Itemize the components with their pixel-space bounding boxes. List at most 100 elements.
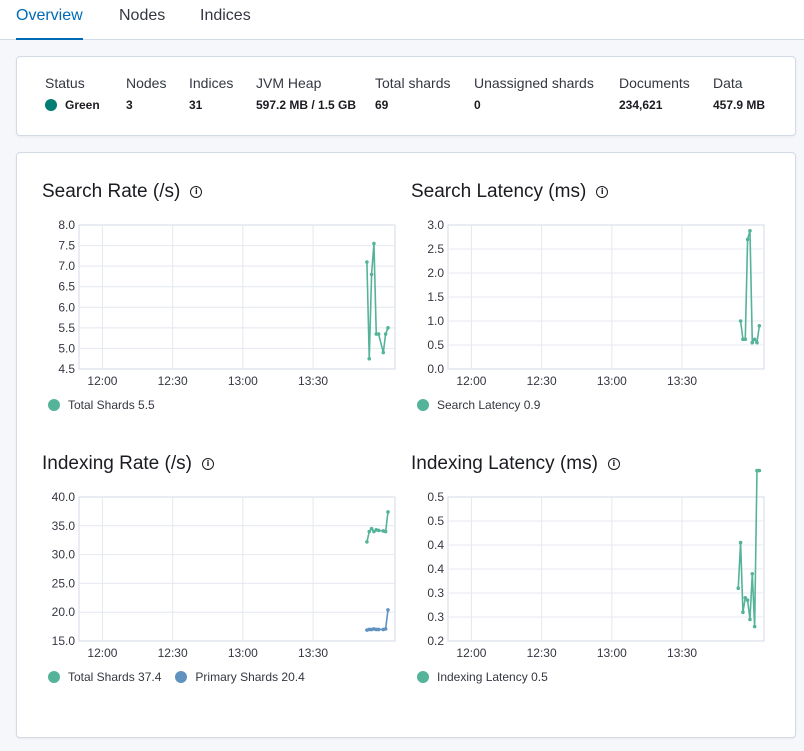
stat-jvm-heap: JVM Heap 597.2 MB / 1.5 GB bbox=[256, 75, 356, 112]
y-tick-label: 0.3 bbox=[427, 610, 444, 624]
data-point[interactable] bbox=[383, 627, 388, 631]
y-tick-label: 4.5 bbox=[58, 362, 75, 376]
legend-item[interactable]: Primary Shards 20.4 bbox=[175, 670, 305, 684]
data-point[interactable] bbox=[367, 356, 372, 361]
tab-overview[interactable]: Overview bbox=[16, 0, 83, 40]
stat-status: Status Green bbox=[45, 75, 100, 112]
x-tick-label: 12:00 bbox=[87, 374, 117, 388]
data-point[interactable] bbox=[376, 332, 381, 336]
stat-data: Data 457.9 MB bbox=[713, 75, 765, 112]
data-point[interactable] bbox=[376, 627, 381, 632]
data-point[interactable] bbox=[386, 510, 390, 514]
data-point[interactable] bbox=[752, 624, 757, 629]
tab-indices[interactable]: Indices bbox=[200, 0, 251, 38]
data-point[interactable] bbox=[386, 608, 390, 612]
y-tick-label: 40.0 bbox=[52, 490, 76, 504]
data-point[interactable] bbox=[738, 319, 743, 323]
cluster-summary-panel: Status Green Nodes 3 Indices 31 JVM Heap… bbox=[16, 56, 796, 136]
legend-item[interactable]: Total Shards 5.5 bbox=[48, 398, 155, 412]
chart-plot: 0.2 0.3 0.3 0.4 0.4 0.5 0.5 12:00 12:30 13:00 13:3… bbox=[427, 468, 765, 660]
y-tick-label: 7.5 bbox=[58, 239, 75, 253]
status-dot-icon bbox=[45, 99, 57, 111]
y-tick-label: 2.5 bbox=[427, 242, 444, 256]
y-tick-label: 0.4 bbox=[427, 562, 444, 576]
y-tick-label: 20.0 bbox=[52, 605, 76, 619]
chart-legend: Total Shards 37.4 Primary Shards 20.4 bbox=[48, 670, 319, 684]
stat-status-label: Status bbox=[45, 75, 85, 91]
legend-item[interactable]: Total Shards 37.4 bbox=[48, 670, 161, 684]
data-point[interactable] bbox=[748, 617, 752, 622]
data-point[interactable] bbox=[738, 540, 743, 545]
legend-label: Primary Shards 20.4 bbox=[195, 670, 305, 684]
data-point[interactable] bbox=[369, 526, 374, 531]
data-point[interactable] bbox=[372, 241, 376, 246]
series-line[interactable] bbox=[739, 230, 761, 346]
x-tick-label: 12:30 bbox=[158, 646, 188, 660]
data-point[interactable] bbox=[757, 468, 762, 473]
x-tick-label: 13:30 bbox=[298, 646, 328, 660]
data-point[interactable] bbox=[745, 237, 750, 242]
stat-nodes: Nodes 3 bbox=[126, 75, 166, 112]
legend-swatch-icon bbox=[175, 671, 188, 683]
search-rate-chart: Search Rate (/s) i 4.5 5.0 5.5 6.0 6.5 7.0 7.5 8… bbox=[42, 181, 396, 421]
y-tick-label: 8.0 bbox=[58, 218, 75, 232]
data-point[interactable] bbox=[757, 324, 762, 328]
y-tick-label: 0.5 bbox=[427, 514, 444, 528]
stat-jvm-heap-label: JVM Heap bbox=[256, 75, 322, 91]
data-point[interactable] bbox=[748, 228, 752, 233]
data-point[interactable] bbox=[745, 598, 750, 602]
y-tick-label: 5.0 bbox=[58, 341, 75, 355]
y-tick-label: 3.0 bbox=[427, 218, 444, 232]
y-tick-label: 1.5 bbox=[427, 290, 444, 304]
legend-item[interactable]: Search Latency 0.9 bbox=[417, 398, 540, 412]
chart-plot: 0.0 0.5 1.0 1.5 2.0 2.5 3.0 12:00 12:30 13:00 13:3… bbox=[427, 218, 765, 388]
status-value: Green bbox=[65, 98, 100, 112]
legend-item[interactable]: Indexing Latency 0.5 bbox=[417, 670, 548, 684]
data-point[interactable] bbox=[741, 610, 745, 614]
data-point[interactable] bbox=[752, 337, 757, 342]
y-tick-label: 35.0 bbox=[52, 519, 76, 533]
x-tick-label: 13:00 bbox=[228, 374, 258, 388]
y-tick-label: 0.0 bbox=[427, 362, 444, 376]
data-point[interactable] bbox=[750, 340, 755, 345]
y-tick-label: 1.0 bbox=[427, 314, 444, 328]
charts-panel: Search Rate (/s) i 4.5 5.0 5.5 6.0 6.5 7.0 7.5 8… bbox=[16, 152, 796, 738]
data-point[interactable] bbox=[736, 586, 741, 590]
chart-plot: 15.0 20.0 25.0 30.0 35.0 40.0 12:00 12:30 13:00 1… bbox=[52, 490, 396, 660]
series-line[interactable] bbox=[366, 243, 389, 359]
legend-swatch-icon bbox=[48, 399, 60, 411]
x-tick-label: 12:30 bbox=[527, 646, 557, 660]
data-point[interactable] bbox=[376, 528, 381, 533]
x-tick-label: 12:30 bbox=[527, 374, 557, 388]
data-point[interactable] bbox=[367, 529, 372, 534]
stat-indices-label: Indices bbox=[189, 75, 234, 91]
chart-legend: Total Shards 5.5 bbox=[48, 398, 169, 412]
data-point[interactable] bbox=[755, 340, 759, 345]
series-line[interactable] bbox=[737, 469, 760, 627]
data-point[interactable] bbox=[383, 332, 388, 336]
y-tick-label: 5.5 bbox=[58, 321, 75, 335]
x-tick-label: 12:00 bbox=[456, 646, 486, 660]
tab-nodes[interactable]: Nodes bbox=[119, 0, 165, 38]
data-point[interactable] bbox=[381, 350, 386, 355]
x-tick-label: 13:30 bbox=[667, 374, 697, 388]
chart-legend: Indexing Latency 0.5 bbox=[417, 670, 562, 684]
data-point[interactable] bbox=[750, 572, 755, 576]
data-point[interactable] bbox=[369, 272, 374, 277]
legend-label: Total Shards 5.5 bbox=[68, 398, 155, 412]
x-tick-label: 13:30 bbox=[298, 374, 328, 388]
data-point[interactable] bbox=[383, 529, 388, 534]
data-point[interactable] bbox=[365, 260, 369, 264]
series-line[interactable] bbox=[366, 511, 389, 543]
stat-data-value: 457.9 MB bbox=[713, 98, 766, 112]
data-point[interactable] bbox=[743, 337, 748, 342]
stat-indices-value: 31 bbox=[189, 98, 203, 112]
series-line[interactable] bbox=[366, 609, 389, 631]
x-tick-label: 13:00 bbox=[228, 646, 258, 660]
data-point[interactable] bbox=[365, 540, 369, 544]
stat-documents-value: 234,621 bbox=[619, 98, 663, 112]
y-tick-label: 0.4 bbox=[427, 538, 444, 552]
legend-swatch-icon bbox=[48, 671, 60, 683]
data-point[interactable] bbox=[386, 326, 390, 330]
tab-bar: Overview Nodes Indices bbox=[0, 0, 804, 40]
